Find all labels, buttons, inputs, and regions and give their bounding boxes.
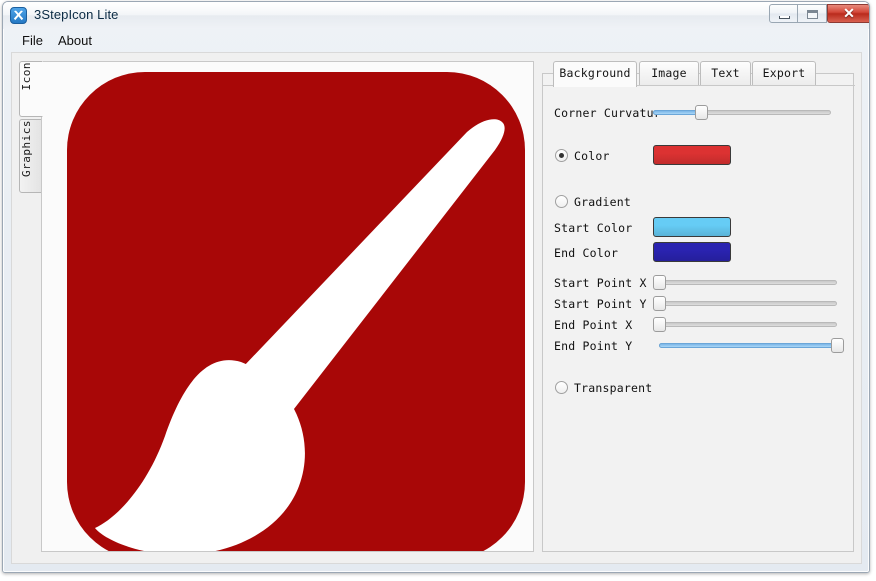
slider-fill	[653, 110, 702, 115]
menu-bar: File About	[11, 31, 862, 51]
tab-export[interactable]: Export	[752, 61, 816, 85]
title-bar: 3StepIcon Lite ✕	[3, 2, 869, 29]
minimize-button[interactable]	[769, 4, 798, 23]
title-bar-gloss	[3, 2, 869, 15]
vertical-tab-icon-label: Icon	[20, 62, 33, 91]
slider-thumb[interactable]	[695, 105, 709, 120]
slider-thumb[interactable]	[653, 275, 666, 290]
vertical-tab-graphics-label: Graphics	[20, 120, 33, 177]
menu-item-file[interactable]: File	[17, 31, 48, 50]
vertical-tab-strip: Icon Graphics	[19, 61, 43, 231]
app-brushes-icon	[10, 7, 27, 24]
maximize-button[interactable]	[798, 4, 827, 23]
start-point-x-slider[interactable]	[653, 274, 837, 290]
end-color-label: End Color	[554, 246, 619, 260]
properties-panel: Background Image Text Export Corner Curv…	[542, 61, 855, 552]
tab-image[interactable]: Image	[639, 61, 699, 85]
slider-track	[659, 280, 837, 285]
close-icon: ✕	[843, 5, 855, 21]
client-area: Icon Graphics Background Image Text Expo…	[11, 52, 862, 564]
radio-fill-transparent[interactable]	[555, 381, 568, 394]
start-color-swatch[interactable]	[653, 217, 731, 237]
icon-preview-artwork	[67, 72, 525, 551]
end-point-y-label: End Point Y	[554, 339, 633, 353]
properties-tab-strip: Background Image Text Export	[543, 61, 855, 87]
maximize-icon	[807, 10, 818, 19]
corner-curvature-slider[interactable]	[653, 104, 831, 120]
slider-thumb[interactable]	[831, 338, 844, 353]
minimize-icon	[779, 16, 790, 19]
slider-track	[659, 301, 837, 306]
slider-fill	[659, 343, 837, 348]
application-window: 3StepIcon Lite ✕ File About Icon Graphic…	[0, 0, 876, 581]
close-button[interactable]: ✕	[827, 4, 869, 23]
tab-background[interactable]: Background	[553, 61, 637, 87]
corner-curvature-label: Corner Curvatur	[554, 106, 661, 120]
fill-color-label: Color	[574, 149, 610, 163]
tab-text[interactable]: Text	[700, 61, 751, 85]
slider-track	[659, 322, 837, 327]
radio-fill-gradient[interactable]	[555, 195, 568, 208]
end-point-x-slider[interactable]	[653, 316, 837, 332]
fill-transparent-label: Transparent	[574, 381, 653, 395]
vertical-tab-graphics[interactable]: Graphics	[19, 119, 43, 193]
end-point-x-label: End Point X	[554, 318, 633, 332]
fill-gradient-label: Gradient	[574, 195, 631, 209]
start-point-y-label: Start Point Y	[554, 297, 647, 311]
window-title: 3StepIcon Lite	[34, 7, 119, 22]
color-swatch[interactable]	[653, 145, 731, 165]
slider-thumb[interactable]	[653, 296, 666, 311]
slider-thumb[interactable]	[653, 317, 666, 332]
vertical-tab-icon[interactable]: Icon	[19, 61, 43, 117]
start-point-x-label: Start Point X	[554, 276, 647, 290]
radio-fill-color[interactable]	[555, 149, 568, 162]
icon-preview-panel[interactable]	[41, 61, 534, 552]
end-color-swatch[interactable]	[653, 242, 731, 262]
menu-item-about[interactable]: About	[53, 31, 97, 50]
end-point-y-slider[interactable]	[659, 337, 844, 353]
start-color-label: Start Color	[554, 221, 633, 235]
start-point-y-slider[interactable]	[653, 295, 837, 311]
